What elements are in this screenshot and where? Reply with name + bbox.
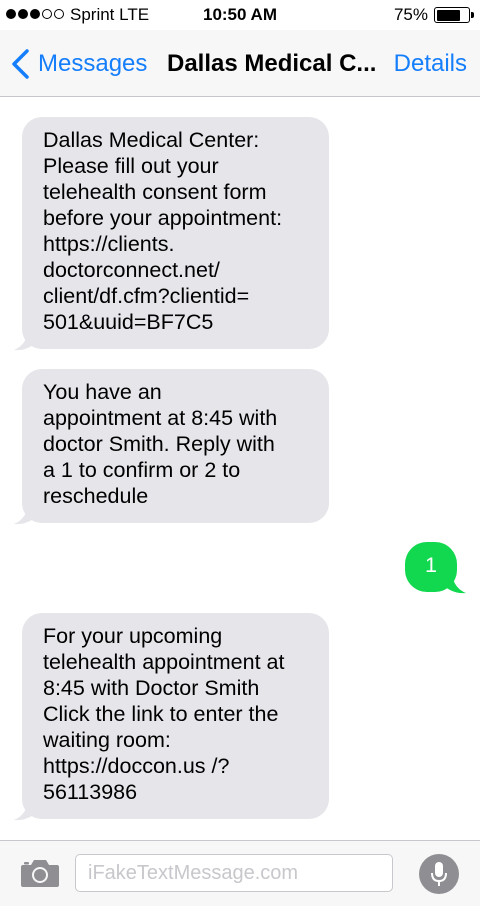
message-thread[interactable]: Dallas Medical Center: Please fill out y…	[0, 97, 480, 840]
bubble-tail	[442, 572, 466, 594]
bubble-tail	[14, 329, 38, 351]
microphone-button[interactable]	[419, 854, 459, 894]
battery-percent: 75%	[393, 5, 428, 24]
navigation-bar: Messages Dallas Medical C... Details	[0, 30, 480, 97]
status-bar: Sprint LTE 10:50 AM 75%	[0, 0, 480, 30]
microphone-icon	[431, 862, 447, 886]
back-button[interactable]: Messages	[10, 48, 147, 80]
bubble-tail	[14, 799, 38, 821]
message-bubble-incoming[interactable]: For your upcoming telehealth appointment…	[22, 613, 329, 819]
details-button[interactable]: Details	[394, 50, 467, 78]
message-bubble-incoming[interactable]: You have an appointment at 8:45 with doc…	[22, 369, 329, 523]
battery-icon	[434, 7, 474, 23]
message-input[interactable]	[75, 854, 393, 892]
camera-icon[interactable]	[20, 858, 60, 888]
battery-level	[436, 9, 460, 21]
bubble-tail	[14, 503, 38, 525]
back-button-label: Messages	[38, 50, 148, 77]
message-bubble-incoming[interactable]: Dallas Medical Center: Please fill out y…	[22, 117, 329, 349]
message-input-bar	[0, 840, 480, 906]
conversation-title: Dallas Medical C...	[167, 50, 377, 77]
chevron-left-icon	[12, 49, 29, 79]
